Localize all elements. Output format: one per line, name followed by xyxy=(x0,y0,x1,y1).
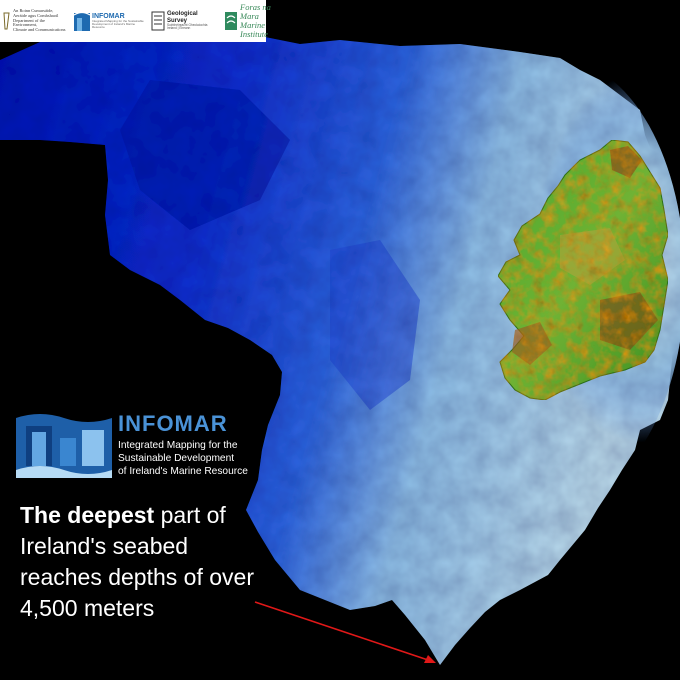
infomar-logo: INFOMAR Integrated Mapping for the Susta… xyxy=(16,412,248,478)
harp-icon xyxy=(3,12,10,30)
gsi-country: Ireland | Éireann xyxy=(167,26,191,31)
gsi-emblem-icon xyxy=(151,11,165,31)
caption-lead: The deepest xyxy=(20,502,155,528)
partner-logos-bar: An Roinn Cumarsáide, Aeráide agus Comhsh… xyxy=(0,0,271,42)
marine-institute-irish-name: Foras na Mara xyxy=(240,2,271,22)
marine-institute-emblem-icon xyxy=(225,12,237,30)
gsi-name: Geological Survey xyxy=(167,11,198,24)
infomar-subtitle-line-2: Sustainable Development xyxy=(118,453,235,464)
marine-institute-logo: Foras na Mara Marine Institute xyxy=(224,3,290,39)
infomar-subtitle-line-1: Integrated Mapping for the xyxy=(118,440,238,451)
infomar-small-logo: INFOMAR Integrated Mapping for the Susta… xyxy=(74,10,146,32)
infomar-small-subtitle: Integrated Mapping for the Sustainable D… xyxy=(92,18,144,30)
infomar-subtitle: Integrated Mapping for the Sustainable D… xyxy=(118,439,248,478)
map-infographic: An Roinn Cumarsáide, Aeráide agus Comhsh… xyxy=(0,0,680,680)
department-logo: An Roinn Cumarsáide, Aeráide agus Comhsh… xyxy=(3,9,69,32)
marine-institute-english-name: Marine Institute xyxy=(240,20,268,39)
infomar-title: INFOMAR xyxy=(118,411,228,436)
infomar-wave-icon xyxy=(74,11,90,31)
department-name-english-2: Climate and Communications xyxy=(13,26,66,32)
infomar-logo-icon xyxy=(16,414,112,478)
deepest-point-caption: The deepest part of Ireland's seabed rea… xyxy=(20,500,270,624)
gsi-logo: Geological Survey Suirbhéireacht Gheolaí… xyxy=(151,10,219,32)
infomar-subtitle-line-3: of Ireland's Marine Resource xyxy=(118,466,248,477)
